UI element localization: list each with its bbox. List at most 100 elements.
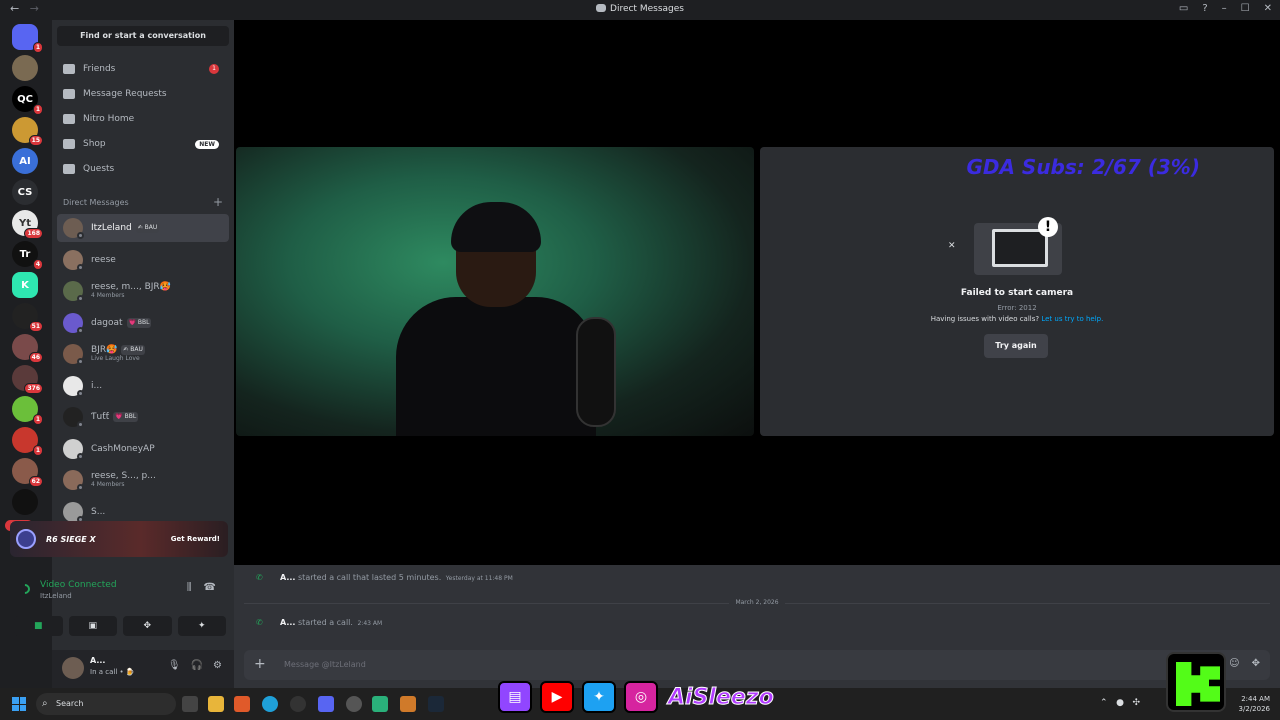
dm-subtext: 4 Members <box>91 292 125 299</box>
server-label: Yt <box>18 217 32 229</box>
close-button[interactable]: ✕ <box>1264 3 1272 14</box>
error-code: Error: 2012 <box>997 304 1037 312</box>
status-dot <box>77 263 84 271</box>
message-composer[interactable]: + Message @ItzLeland 🎁 ☺ ✥ <box>244 650 1270 680</box>
screen-share-button[interactable]: ▣ <box>68 616 117 636</box>
server-avatar-1-icon[interactable] <box>12 55 38 81</box>
nav-label: Friends <box>83 64 116 74</box>
server-11-icon[interactable]: 46 <box>12 334 43 363</box>
server-14-icon[interactable]: 1 <box>12 427 43 456</box>
task-view-icon[interactable] <box>182 696 198 712</box>
server-kick2-icon[interactable] <box>12 489 38 515</box>
server-qc-icon[interactable]: QC 1 <box>12 86 43 115</box>
discord-taskbar-icon[interactable] <box>318 696 334 712</box>
dm-text: Ƭuƭƭ 💗 BBL <box>91 412 139 422</box>
nav-message-requests[interactable]: Message Requests <box>57 83 229 105</box>
disconnect-icon[interactable]: ☎ <box>204 582 216 593</box>
get-reward-button[interactable]: Get Reward! <box>171 535 220 543</box>
server-13-icon[interactable]: 1 <box>12 396 43 425</box>
app-ak-icon[interactable] <box>290 696 306 712</box>
try-again-button[interactable]: Try again <box>984 334 1048 358</box>
message-author[interactable]: A... <box>280 573 295 582</box>
dm-item[interactable]: reese <box>57 246 229 274</box>
taskbar-search[interactable]: ⌕ Search <box>36 693 176 715</box>
server-4-icon[interactable]: 15 <box>12 117 43 146</box>
mention-badge: 1 <box>32 414 43 425</box>
nav-quests[interactable]: Quests <box>57 158 229 180</box>
voice-status[interactable]: Video Connected <box>40 580 117 590</box>
server-tr-icon[interactable]: Tr 4 <box>12 241 43 270</box>
server-label: QC <box>17 93 33 105</box>
camera-button[interactable]: ■ <box>14 616 63 636</box>
server-ai-icon[interactable]: AI <box>12 148 38 174</box>
signal-icon[interactable] <box>17 581 33 597</box>
webcam-person <box>396 187 596 436</box>
help-icon[interactable]: ? <box>1202 3 1207 14</box>
server-cs-icon[interactable]: CS <box>12 179 38 205</box>
app-clock-icon[interactable] <box>346 696 362 712</box>
server-yt-icon[interactable]: Yt 168 <box>12 210 43 239</box>
dm-item[interactable]: CashMoneyAP <box>57 435 229 463</box>
social-overlay: ▤ ▶ ✦ ◎ AiSleezo <box>498 679 774 715</box>
find-conversation-input[interactable]: Find or start a conversation <box>57 26 229 46</box>
minimize-button[interactable]: – <box>1222 3 1227 14</box>
phone-icon: ✆ <box>256 573 263 582</box>
nav-friends[interactable]: Friends 1 <box>57 58 229 80</box>
avatar <box>63 312 84 334</box>
server-15-icon[interactable]: 62 <box>12 458 43 487</box>
app-green-icon[interactable] <box>372 696 388 712</box>
dm-name-row: S... <box>91 507 105 517</box>
windows-start-icon[interactable] <box>12 697 26 711</box>
dm-name: Ƭuƭƭ <box>91 412 110 422</box>
call-area: GDA Subs: 2/67 (3%) ✕ ! Failed to start … <box>234 20 1280 565</box>
message-author[interactable]: A... <box>280 618 295 627</box>
promo-banner[interactable]: R6 SIEGE X Get Reward! <box>10 521 228 557</box>
dm-item[interactable]: i... <box>57 372 229 400</box>
nav-nitro-home[interactable]: Nitro Home <box>57 108 229 130</box>
camera-error-icon: ! <box>974 217 1062 275</box>
guild-tag: 💗 BBL <box>113 412 139 422</box>
nav-shop[interactable]: Shop NEW <box>57 133 229 155</box>
dm-item[interactable]: dagoat 💗 BBL <box>57 309 229 337</box>
server-10-icon[interactable]: 51 <box>12 303 43 332</box>
microphone-icon[interactable]: 🎙 <box>168 660 181 671</box>
window-title: Direct Messages <box>0 4 1280 14</box>
help-link[interactable]: Let us try to help. <box>1041 315 1103 323</box>
dm-item[interactable]: BJR🥵 ✍ BAU Live Laugh Love <box>57 340 229 368</box>
maximize-button[interactable]: ☐ <box>1241 3 1250 14</box>
user-avatar[interactable] <box>62 657 84 679</box>
app-shield-icon[interactable] <box>400 696 416 712</box>
video-tile[interactable] <box>236 147 754 436</box>
activities-button[interactable]: ✥ <box>123 616 172 636</box>
status-dot <box>77 326 84 334</box>
soundboard-button[interactable]: ✦ <box>177 616 226 636</box>
discord-home-icon[interactable]: 1 <box>12 24 43 53</box>
settings-gear-icon[interactable]: ⚙ <box>213 660 222 671</box>
headphones-icon[interactable]: 🎧 <box>191 660 203 671</box>
steam-icon[interactable] <box>428 696 444 712</box>
clock[interactable]: 2:44 AM 3/2/2026 <box>1239 694 1270 714</box>
game-logo-icon <box>16 529 36 549</box>
attach-plus-icon[interactable]: + <box>254 656 266 672</box>
clock-date: 3/2/2026 <box>1238 705 1270 713</box>
dm-item[interactable]: reese, m..., BJR🥵 4 Members <box>57 277 229 305</box>
dm-item[interactable]: reese, S..., p... 4 Members <box>57 466 229 494</box>
create-dm-icon[interactable]: + <box>213 195 223 209</box>
dm-item[interactable]: Ƭuƭƭ 💗 BBL <box>57 403 229 431</box>
edge-browser-icon[interactable] <box>262 696 278 712</box>
message-input[interactable]: Message @ItzLeland <box>284 660 366 669</box>
apps-icon[interactable]: ✥ <box>1252 658 1260 669</box>
noise-suppression-icon[interactable]: ⫼ <box>187 582 192 593</box>
emoji-icon[interactable]: ☺ <box>1229 658 1239 669</box>
nav-label: Shop <box>83 139 106 149</box>
server-12-icon[interactable]: 376 <box>12 365 43 394</box>
inbox-icon[interactable]: ▭ <box>1179 3 1188 14</box>
quests-icon <box>63 164 75 174</box>
new-tag: NEW <box>195 139 219 149</box>
system-tray[interactable]: ⌃ ● ✣ <box>1100 698 1140 708</box>
file-explorer-icon[interactable] <box>208 696 224 712</box>
brave-browser-icon[interactable] <box>234 696 250 712</box>
server-kick-icon[interactable]: K <box>12 272 38 298</box>
dm-item[interactable]: ItzLeland ✍ BAU <box>57 214 229 242</box>
dm-name-row: BJR🥵 ✍ BAU <box>91 345 145 355</box>
